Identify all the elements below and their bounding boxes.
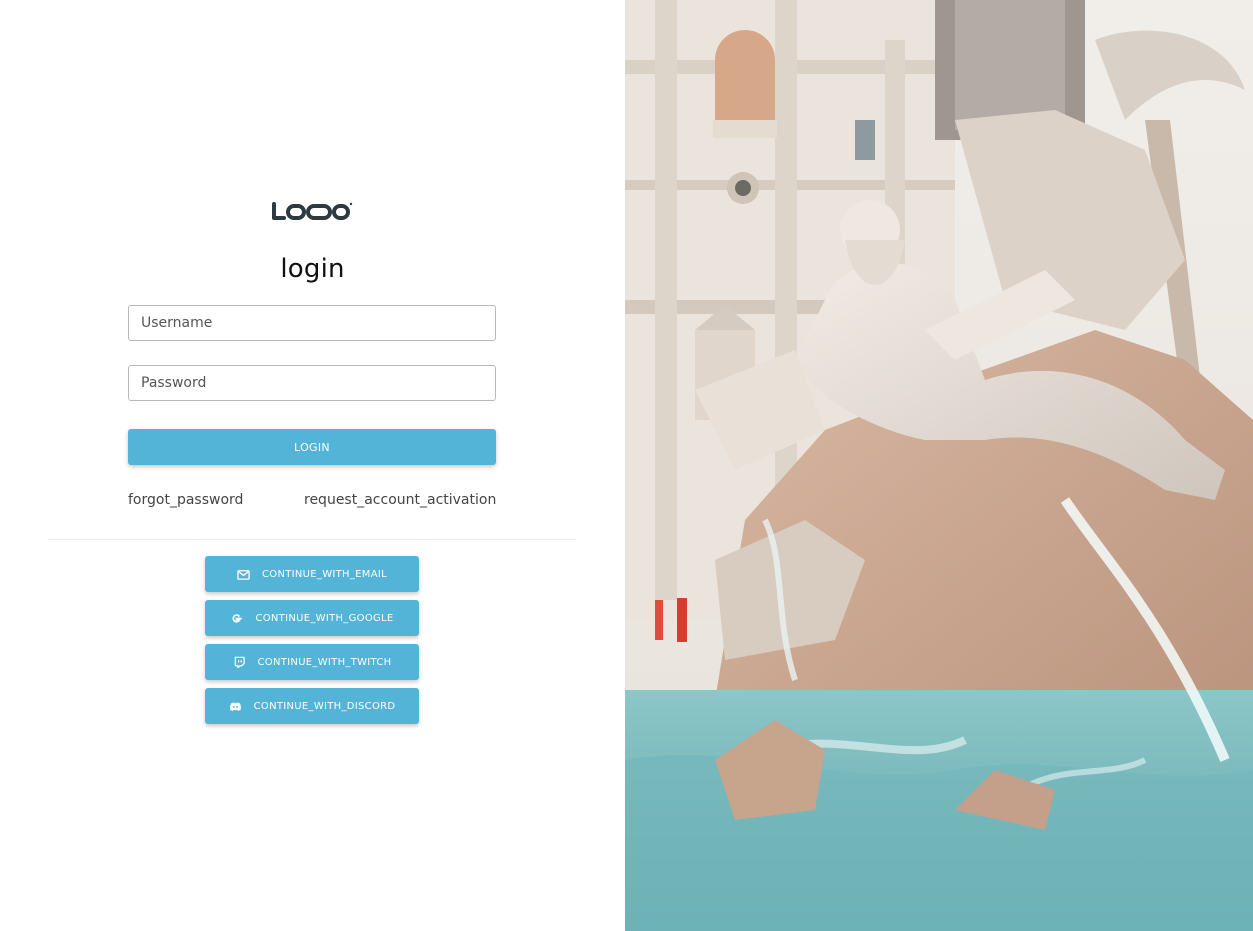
continue-with-discord-button[interactable]: CONTINUE_WITH_DISCORD [205,688,419,724]
discord-icon [229,701,241,711]
social-button-label: CONTINUE_WITH_TWITCH [257,656,392,668]
brand-logo [272,202,353,220]
password-input[interactable] [128,365,496,401]
fountain-statue-image [625,0,1253,931]
social-button-label: CONTINUE_WITH_DISCORD [253,700,396,712]
social-button-label: CONTINUE_WITH_EMAIL [262,568,387,580]
twitch-icon [234,656,245,668]
hero-photo [625,0,1253,931]
username-input[interactable] [128,305,496,341]
social-button-label: CONTINUE_WITH_GOOGLE [255,612,394,624]
divider [48,539,576,540]
google-icon [232,613,243,623]
continue-with-email-button[interactable]: CONTINUE_WITH_EMAIL [205,556,419,592]
request-account-activation-link[interactable]: request_account_activation [304,492,496,508]
forgot-password-link[interactable]: forgot_password [128,492,243,508]
page-title: login [280,254,345,284]
envelope-icon [237,569,250,580]
login-panel: login LOGIN forgot_password request_acco… [0,0,625,931]
continue-with-google-button[interactable]: CONTINUE_WITH_GOOGLE [205,600,419,636]
login-button[interactable]: LOGIN [128,429,496,465]
continue-with-twitch-button[interactable]: CONTINUE_WITH_TWITCH [205,644,419,680]
